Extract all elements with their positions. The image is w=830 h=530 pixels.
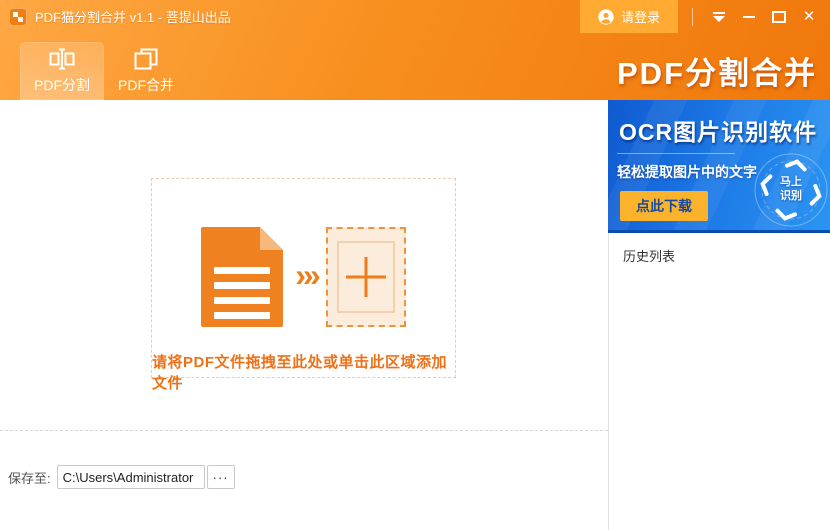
main-menu-button[interactable] xyxy=(704,0,734,33)
transfer-chevrons-icon: ›» xyxy=(295,257,321,293)
dropzone-caption: 请将PDF文件拖拽至此处或单击此区域添加文件 xyxy=(152,354,448,392)
history-list-label: 历史列表 xyxy=(623,249,676,264)
close-icon: ✕ xyxy=(802,8,816,25)
dropzone-illustration: ›» xyxy=(201,227,406,327)
merge-icon xyxy=(134,48,158,69)
sidebar: OCR图片识别软件 轻松提取图片中的文字 点此下载 马上 识别 历史列表 xyxy=(608,100,830,530)
app-body: ›» 请将PDF文件拖拽至此处或单击此区域添加文件 保存至: ··· OCR图片… xyxy=(0,100,830,530)
user-icon xyxy=(598,8,614,25)
maximize-button[interactable] xyxy=(764,0,794,33)
titlebar: PDF猫分割合并 v1.1 - 菩提山出品 请登录 ✕ xyxy=(0,0,830,33)
app-window: PDF猫分割合并 v1.1 - 菩提山出品 请登录 ✕ PDF分割 PDF合并 … xyxy=(0,0,830,530)
tab-pdf-split[interactable]: PDF分割 xyxy=(20,42,104,100)
chevron-down-icon xyxy=(713,15,725,22)
tab-pdf-merge[interactable]: PDF合并 xyxy=(104,42,188,100)
login-label: 请登录 xyxy=(620,10,660,25)
save-path-input[interactable] xyxy=(56,465,205,489)
titlebar-controls: 请登录 ✕ xyxy=(579,0,830,33)
save-path-row: 保存至: ··· xyxy=(8,465,235,489)
minimize-icon xyxy=(743,15,755,18)
tab-label: PDF分割 xyxy=(34,76,90,93)
recognize-now-badge[interactable]: 马上 识别 xyxy=(753,152,829,228)
ad-decoration-line xyxy=(617,153,735,159)
login-button[interactable]: 请登录 xyxy=(579,0,678,33)
browse-button[interactable]: ··· xyxy=(206,465,235,489)
app-logo-icon xyxy=(9,7,27,26)
main-panel: ›» 请将PDF文件拖拽至此处或单击此区域添加文件 保存至: ··· xyxy=(0,100,608,530)
split-icon xyxy=(49,48,75,69)
titlebar-divider xyxy=(692,7,693,26)
header: PDF猫分割合并 v1.1 - 菩提山出品 请登录 ✕ PDF分割 PDF合并 … xyxy=(0,0,830,100)
save-to-label: 保存至: xyxy=(8,470,51,486)
add-file-placeholder xyxy=(325,227,406,327)
pdf-document-icon xyxy=(201,227,284,327)
badge-line2: 识别 xyxy=(780,190,802,202)
tab-bar: PDF分割 PDF合并 xyxy=(20,42,188,100)
menu-icon xyxy=(713,11,725,14)
brand-title: PDF分割合并 xyxy=(617,56,817,91)
badge-line1: 马上 xyxy=(780,176,802,189)
maximize-icon xyxy=(772,10,786,23)
horizontal-separator xyxy=(0,430,608,431)
tab-label: PDF合并 xyxy=(118,76,174,93)
ad-title: OCR图片识别软件 xyxy=(619,119,818,145)
window-title: PDF猫分割合并 v1.1 - 菩提山出品 xyxy=(35,10,231,25)
minimize-button[interactable] xyxy=(734,0,764,33)
page-fold-icon xyxy=(260,227,284,250)
close-button[interactable]: ✕ xyxy=(794,0,824,33)
ocr-ad-banner[interactable]: OCR图片识别软件 轻松提取图片中的文字 点此下载 马上 识别 xyxy=(608,100,830,233)
download-button[interactable]: 点此下载 xyxy=(620,191,708,221)
pdf-dropzone[interactable]: ›» 请将PDF文件拖拽至此处或单击此区域添加文件 xyxy=(151,178,456,392)
